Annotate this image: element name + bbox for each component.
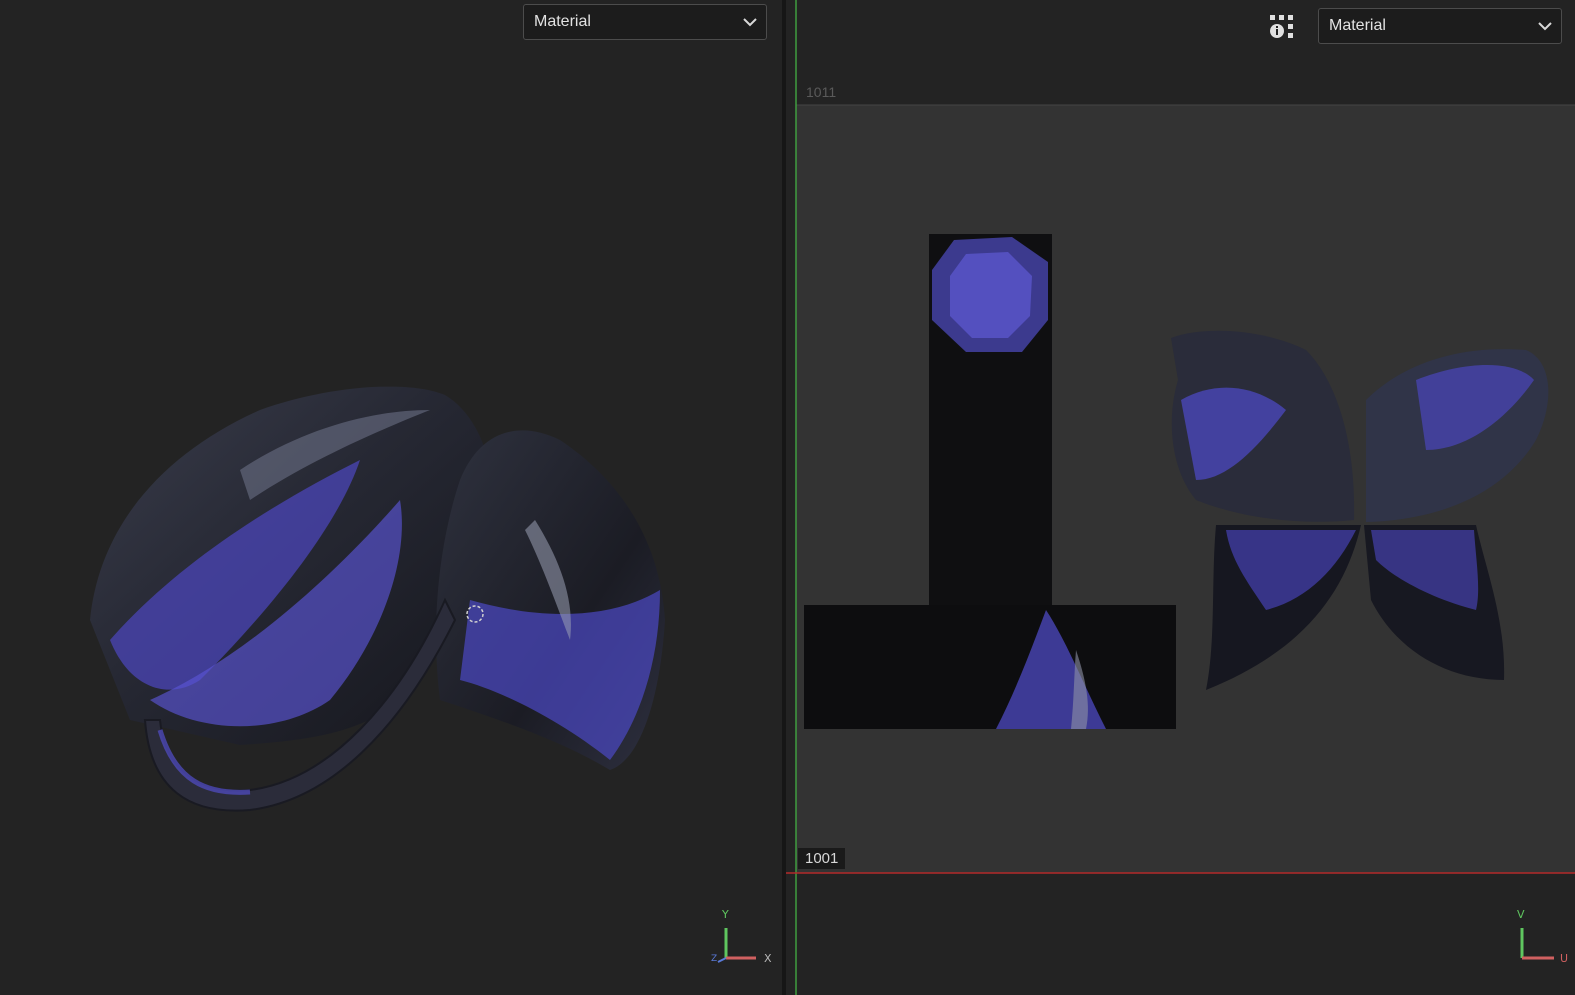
- axis-label-v: V: [1517, 908, 1525, 921]
- axis-gizmo-icon: [717, 928, 756, 963]
- uv-shading-mode-value: Material: [1329, 17, 1386, 34]
- uv-canvas[interactable]: [786, 0, 1575, 995]
- uv-island-base: [804, 605, 1176, 729]
- cursor-target-icon[interactable]: [464, 603, 486, 625]
- mesh-3d-render[interactable]: [0, 0, 782, 995]
- uv-shading-mode-dropdown[interactable]: Material: [1318, 8, 1562, 44]
- viewport-uv[interactable]: 1011 1001 Material V U: [786, 0, 1575, 995]
- uv-tile-label-1011: 1011: [806, 84, 837, 100]
- uv-axis-gizmo-icon: [1520, 928, 1554, 960]
- uv-tile-label-1001: 1001: [798, 848, 846, 869]
- axis-label-z: Z: [711, 954, 718, 964]
- axis-label-u: U: [1560, 952, 1569, 965]
- viewport-3d[interactable]: Material Y X Z: [0, 0, 782, 995]
- axis-label-x: X: [764, 952, 772, 965]
- shading-mode-value: Material: [534, 13, 591, 30]
- shading-mode-dropdown[interactable]: Material: [523, 4, 767, 40]
- uv-island-octagon-core: [950, 252, 1032, 338]
- axis-label-y: Y: [722, 908, 729, 921]
- chevron-down-icon: [743, 18, 757, 27]
- info-grid-icon[interactable]: [1267, 12, 1297, 42]
- chevron-down-icon: [1538, 22, 1552, 31]
